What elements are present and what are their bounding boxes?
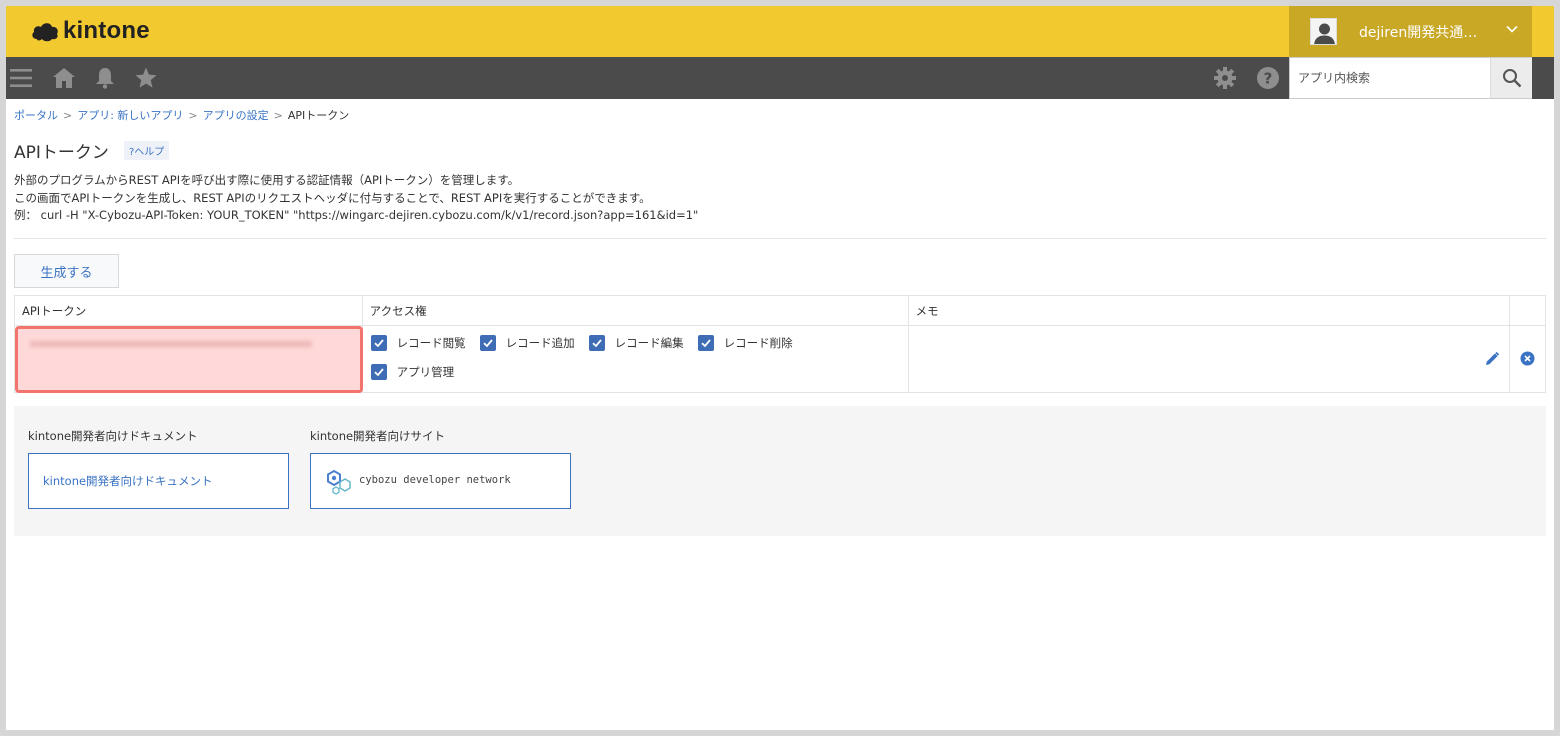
perm-add-records[interactable]: レコード追加	[479, 332, 575, 353]
perm-view-records[interactable]: レコード閲覧	[370, 332, 466, 353]
developer-resources: kintone開発者向けドキュメント kintone開発者向けドキュメント ki…	[14, 406, 1546, 536]
user-menu[interactable]: dejiren開発共通…	[1289, 6, 1532, 57]
user-silhouette-icon	[1314, 23, 1335, 44]
search-input[interactable]	[1290, 58, 1490, 98]
app-window: kintone dejiren開発共通… ? アプリ内検索 ポータル > アプリ…	[6, 6, 1554, 730]
home-icon[interactable]	[52, 66, 76, 90]
global-navbar: ?	[6, 57, 1554, 99]
star-icon[interactable]	[134, 66, 158, 90]
page-title: APIトークン	[14, 143, 109, 163]
perm-label: アプリ管理	[396, 364, 455, 379]
breadcrumb-current: APIトークン	[287, 109, 350, 122]
help-link[interactable]: ?ヘルプ	[124, 141, 170, 160]
search-button[interactable]	[1490, 58, 1532, 98]
generate-token-button[interactable]: 生成する	[14, 254, 119, 288]
help-icon[interactable]: ?	[1256, 66, 1280, 90]
breadcrumb-app[interactable]: アプリ: 新しいアプリ	[77, 109, 183, 122]
user-name: dejiren開発共通…	[1359, 24, 1478, 41]
token-table: APIトークン アクセス権 メモ レコード閲覧 レコード追加 レコード編集 レコ…	[14, 295, 1546, 393]
developer-doc-link[interactable]: kintone開発者向けドキュメント	[28, 453, 289, 509]
breadcrumb-separator: >	[63, 109, 73, 122]
doc-heading: kintone開発者向けドキュメント	[28, 429, 198, 443]
permission-list: レコード閲覧 レコード追加 レコード編集 レコード削除 アプリ管理	[363, 326, 903, 390]
perm-label: レコード削除	[723, 335, 793, 350]
avatar	[1310, 18, 1337, 45]
blurred-token	[30, 341, 312, 347]
checkbox-checked[interactable]	[479, 334, 496, 351]
perm-label: レコード追加	[505, 335, 575, 350]
column-header-memo: メモ	[907, 295, 1511, 326]
access-cell: レコード閲覧 レコード追加 レコード編集 レコード削除 アプリ管理	[361, 325, 909, 393]
svg-text:?: ?	[1264, 70, 1273, 88]
column-header-token: APIトークン	[14, 295, 363, 326]
actions-cell	[1509, 325, 1546, 393]
menu-icon[interactable]	[9, 66, 33, 90]
column-header-actions	[1509, 295, 1546, 326]
site-heading: kintone開発者向けサイト	[310, 429, 446, 443]
column-header-access: アクセス権	[361, 295, 909, 326]
delete-circle-icon[interactable]	[1520, 351, 1535, 366]
breadcrumb-separator: >	[273, 109, 283, 122]
table-header-row: APIトークン アクセス権 メモ	[14, 295, 1546, 326]
pencil-edit-icon[interactable]	[1484, 351, 1500, 367]
perm-app-management[interactable]: アプリ管理	[370, 361, 455, 382]
checkbox-checked[interactable]	[697, 334, 714, 351]
breadcrumb-separator: >	[188, 109, 198, 122]
description-line: この画面でAPIトークンを生成し、REST APIのリクエストヘッダに付与するこ…	[14, 190, 651, 205]
cybozu-developer-network-link[interactable]: cybozu developer network	[310, 453, 571, 509]
top-header: kintone dejiren開発共通…	[6, 6, 1554, 57]
table-row: レコード閲覧 レコード追加 レコード編集 レコード削除 アプリ管理	[14, 325, 1546, 393]
token-cell	[14, 325, 363, 393]
memo-cell	[907, 325, 1511, 393]
breadcrumb-portal[interactable]: ポータル	[14, 109, 58, 122]
check-icon	[483, 338, 493, 347]
kintone-logo[interactable]: kintone	[30, 15, 150, 47]
search-icon	[1503, 69, 1522, 88]
chevron-down-icon	[1506, 25, 1518, 33]
token-value-highlight[interactable]	[15, 326, 363, 393]
check-icon	[592, 338, 602, 347]
description-line: 外部のプログラムからREST APIを呼び出す際に使用する認証情報（APIトーク…	[14, 173, 520, 187]
checkbox-checked[interactable]	[370, 363, 387, 380]
cybozu-network-logo-icon	[327, 469, 351, 495]
perm-label: レコード編集	[614, 335, 684, 350]
check-icon	[701, 338, 711, 347]
page-description: 外部のプログラムからREST APIを呼び出す際に使用する認証情報（APIトーク…	[14, 172, 698, 225]
check-icon	[374, 367, 384, 376]
gear-icon[interactable]	[1213, 66, 1237, 90]
breadcrumb-app-settings[interactable]: アプリの設定	[203, 109, 269, 122]
divider	[14, 238, 1546, 239]
perm-label: レコード閲覧	[396, 335, 466, 350]
breadcrumb: ポータル > アプリ: 新しいアプリ > アプリの設定 > APIトークン	[14, 107, 349, 123]
check-icon	[374, 338, 384, 347]
description-line: 例： curl -H "X-Cybozu-API-Token: YOUR_TOK…	[14, 208, 699, 222]
doc-link-label: kintone開発者向けドキュメント	[43, 474, 213, 488]
cloud-logo-icon	[32, 23, 58, 42]
perm-delete-records[interactable]: レコード削除	[697, 332, 793, 353]
site-link-label: cybozu developer network	[359, 474, 511, 486]
checkbox-checked[interactable]	[370, 334, 387, 351]
logo-text: kintone	[63, 17, 150, 44]
app-search	[1289, 57, 1532, 99]
checkbox-checked[interactable]	[588, 334, 605, 351]
bell-icon[interactable]	[93, 66, 117, 90]
perm-edit-records[interactable]: レコード編集	[588, 332, 684, 353]
